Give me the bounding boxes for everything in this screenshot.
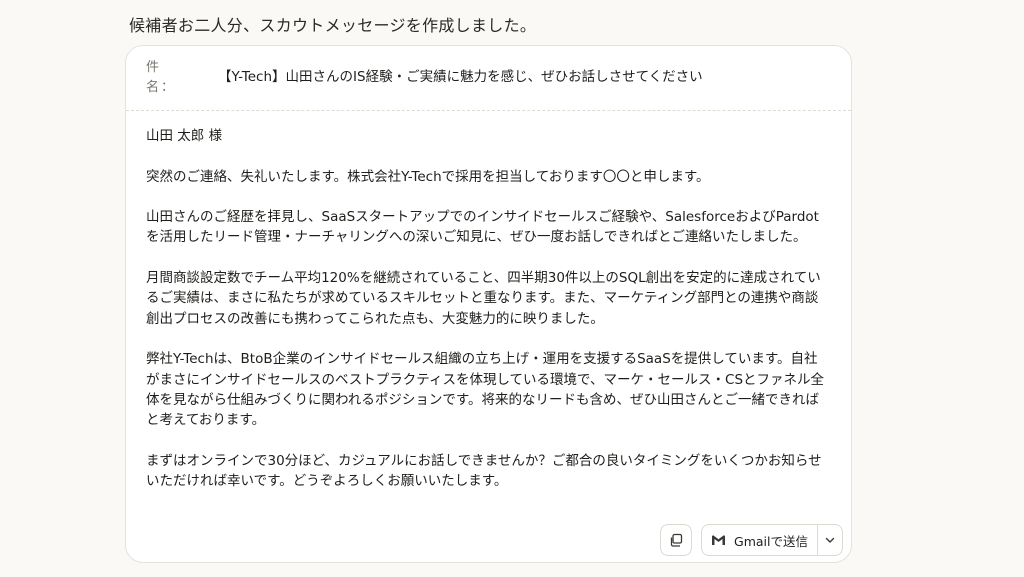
- gmail-icon: [712, 535, 726, 545]
- subject-label: 件名：: [146, 60, 177, 95]
- assistant-intro-text: 候補者お二人分、スカウトメッセージを作成しました。: [129, 16, 537, 35]
- email-paragraph: 弊社Y-Techは、BtoB企業のインサイドセールス組織の立ち上げ・運用を支援す…: [146, 351, 825, 429]
- email-paragraph: まずはオンラインで30分ほど、カジュアルにお話しできませんか？ご都合の良いタイミ…: [146, 452, 822, 490]
- copy-icon: [670, 533, 683, 547]
- gmail-send-button[interactable]: Gmailで送信: [702, 525, 817, 555]
- email-paragraph: 山田さんのご経歴を拝見し、SaaSスタートアップでのインサイドセールスご経験や、…: [146, 209, 819, 246]
- email-draft-card: 件名： 【Y-Tech】山田さんのIS経験・ご実績に魅力を感じ、ぜひお話しさせて…: [125, 45, 852, 563]
- email-actions: Gmailで送信: [660, 524, 843, 556]
- gmail-send-group: Gmailで送信: [701, 524, 843, 556]
- email-salutation: 山田 太郎 様: [146, 128, 223, 144]
- copy-button[interactable]: [660, 524, 693, 556]
- send-options-button[interactable]: [818, 525, 842, 555]
- email-body: 山田 太郎 様 突然のご連絡、失礼いたします。株式会社Y-Techで採用を担当し…: [146, 126, 830, 512]
- chevron-down-icon: [825, 537, 835, 543]
- email-paragraph: 突然のご連絡、失礼いたします。株式会社Y-Techで採用を担当しております〇〇と…: [146, 168, 710, 185]
- subject-value: 【Y-Tech】山田さんのIS経験・ご実績に魅力を感じ、ぜひお話しさせてください: [218, 69, 703, 85]
- subject-row: 件名： 【Y-Tech】山田さんのIS経験・ご実績に魅力を感じ、ぜひお話しさせて…: [126, 46, 851, 111]
- email-paragraph: 月間商談設定数でチーム平均120%を継続されていること、四半期30件以上のSQL…: [146, 270, 821, 327]
- gmail-send-label: Gmailで送信: [734, 533, 808, 549]
